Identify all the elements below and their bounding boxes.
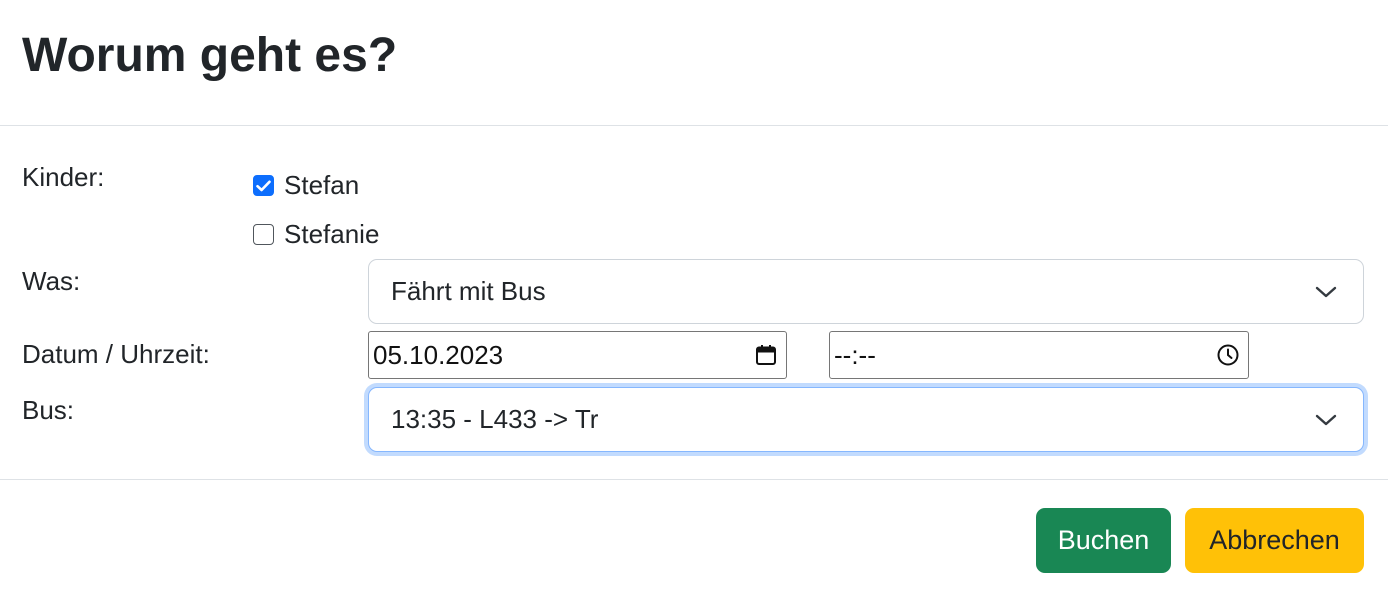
book-button[interactable]: Buchen <box>1036 508 1171 573</box>
child-label-stefan[interactable]: Stefan <box>284 170 359 201</box>
bus-label: Bus: <box>22 395 75 425</box>
bus-select-value: 13:35 - L433 -> Tr <box>391 404 599 434</box>
checkmark-icon <box>256 180 271 191</box>
child-option-stefanie[interactable]: Stefanie <box>253 219 379 250</box>
date-input[interactable]: 05.10.2023 <box>368 331 787 379</box>
clock-icon[interactable] <box>1216 343 1240 367</box>
child-option-stefan[interactable]: Stefan <box>253 170 359 201</box>
what-select[interactable]: Fährt mit Bus <box>368 259 1364 324</box>
child-checkbox-stefan[interactable] <box>253 175 274 196</box>
what-label: Was: <box>22 266 81 296</box>
cancel-button[interactable]: Abbrechen <box>1185 508 1364 573</box>
date-input-value: 05.10.2023 <box>373 339 504 370</box>
children-label: Kinder: <box>22 162 105 192</box>
what-select-value: Fährt mit Bus <box>391 276 546 306</box>
chevron-down-icon <box>1315 286 1337 297</box>
modal-title: Worum geht es? <box>22 29 398 82</box>
time-input[interactable]: --:-- <box>829 331 1249 379</box>
time-input-value: --:-- <box>834 339 876 370</box>
chevron-down-icon <box>1315 414 1337 425</box>
header-divider <box>0 125 1388 126</box>
child-checkbox-stefanie[interactable] <box>253 224 274 245</box>
footer-divider <box>0 479 1388 480</box>
child-label-stefanie[interactable]: Stefanie <box>284 219 379 250</box>
bus-select[interactable]: 13:35 - L433 -> Tr <box>368 387 1364 452</box>
calendar-icon[interactable] <box>754 343 778 367</box>
datetime-label: Datum / Uhrzeit: <box>22 339 210 369</box>
